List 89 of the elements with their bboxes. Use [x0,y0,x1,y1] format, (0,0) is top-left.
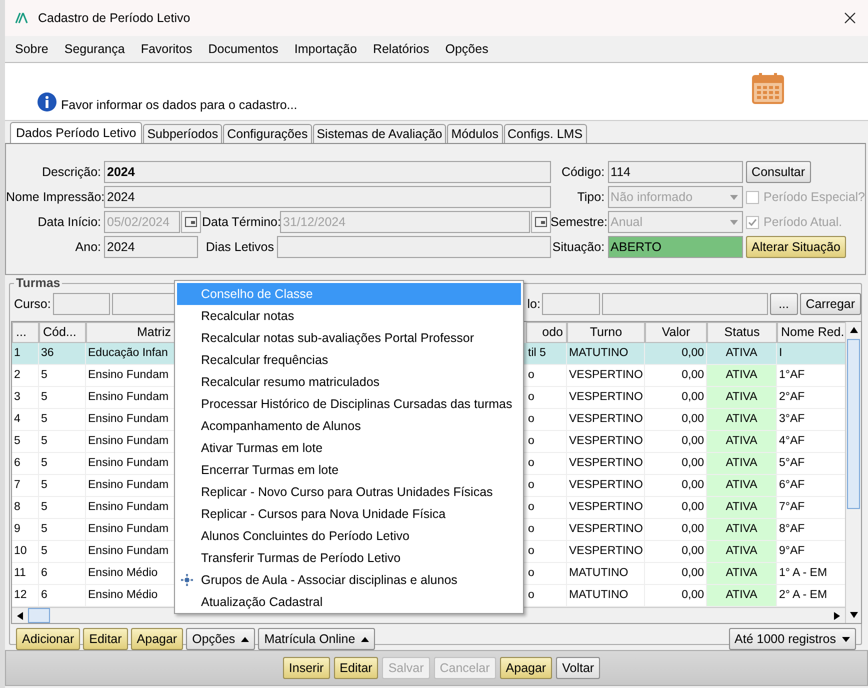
table-cell: 3 [12,387,39,408]
table-cell: VESPERTINO [567,431,645,452]
menu-item-label: Acompanhamento de Alunos [201,419,361,433]
menu-item-label: Replicar - Novo Curso para Outras Unidades Físicas [201,485,493,499]
field-label: Código: [560,165,606,179]
table-cell: ATIVA [707,497,777,518]
field-label: Dias Letivos [204,240,275,254]
table-cell: VESPERTINO [567,453,645,474]
table-cell: o [526,563,567,584]
table-cell: 12 [12,585,39,606]
table-cell: 5 [39,365,86,386]
field-label: Semestre: [550,215,607,229]
table-cell: 8 [12,497,39,518]
table-cell: VESPERTINO [567,475,645,496]
field-label: lo: [527,297,540,311]
table-cell: o [526,497,567,518]
table-cell: 6 [12,453,39,474]
table-cell: ATIVA [707,585,777,606]
table-cell: MATUTINO [567,585,645,606]
table-cell: til 5 [526,343,567,364]
table-cell: ATIVA [707,409,777,430]
table-cell: 5 [39,453,86,474]
table-cell: ATIVA [707,431,777,452]
field-label: Nome Impressão: [6,190,103,204]
table-cell: 11 [12,563,39,584]
table-cell: 5 [39,409,86,430]
table-cell: 5 [39,519,86,540]
window-title: Cadastro de Período Letivo [38,11,192,25]
table-cell: ATIVA [707,475,777,496]
table-cell: 9 [12,519,39,540]
table-cell: 36 [39,343,86,364]
menu-item-label: Alunos Concluintes do Período Letivo [201,529,410,543]
table-cell: VESPERTINO [567,365,645,386]
table-cell: ATIVA [707,365,777,386]
table-cell: o [526,387,567,408]
table-cell: VESPERTINO [567,541,645,562]
table-cell: 7 [12,475,39,496]
field-label: Tipo: [576,190,606,204]
table-cell: VESPERTINO [567,519,645,540]
menu-item-label: Replicar - Cursos para Nova Unidade Física [201,507,446,521]
menu-item-label: Recalcular notas sub-avaliações Portal Professor [201,331,474,345]
menu-item-label: Atualização Cadastral [201,595,323,609]
menu-item-label: Processar Histórico de Disciplinas Cursadas das turmas [201,397,512,411]
table-cell: o [526,541,567,562]
field-label: Data Término: [202,215,279,229]
table-cell: 5 [12,431,39,452]
menu-item-label: Recalcular notas [201,309,294,323]
table-cell: o [526,409,567,430]
menu-item-label: Encerrar Turmas em lote [201,463,339,477]
field-label: Ano: [74,240,102,254]
table-cell: o [526,365,567,386]
table-cell: 5 [39,497,86,518]
table-cell: o [526,431,567,452]
table-cell: ATIVA [707,563,777,584]
table-cell: MATUTINO [567,343,645,364]
table-cell: o [526,475,567,496]
menu-item-label: Transferir Turmas de Período Letivo [201,551,401,565]
field-label: Descrição: [40,165,102,179]
table-cell: 5 [39,475,86,496]
group-title: Turmas [14,276,62,290]
table-cell: VESPERTINO [567,497,645,518]
menu-item-label: Recalcular resumo matriculados [201,375,380,389]
field-label: Curso: [14,297,51,311]
table-cell: 10 [12,541,39,562]
table-cell: o [526,519,567,540]
field-label: Data Início: [36,215,102,229]
table-cell: 2 [12,365,39,386]
table-cell: 1 [12,343,39,364]
table-cell: 5 [39,387,86,408]
table-cell: 6 [39,585,86,606]
menu-item-label: Recalcular frequências [201,353,328,367]
table-cell: 5 [39,431,86,452]
table-cell: VESPERTINO [567,409,645,430]
table-cell: 5 [39,541,86,562]
table-cell: o [526,453,567,474]
table-cell: VESPERTINO [567,387,645,408]
table-cell: 4 [12,409,39,430]
table-cell: 6 [39,563,86,584]
table-cell: ATIVA [707,541,777,562]
table-cell: ATIVA [707,387,777,408]
menu-item-label: Grupos de Aula - Associar disciplinas e alunos [201,573,458,587]
table-cell: MATUTINO [567,563,645,584]
field-label: Situação: [551,240,606,254]
table-cell: o [526,585,567,606]
info-message: Favor informar os dados para o cadastro... [61,98,298,112]
table-cell: ATIVA [707,519,777,540]
menu-item-label: Conselho de Classe [201,287,313,301]
menu-item-label: Ativar Turmas em lote [201,441,323,455]
table-cell: ATIVA [707,453,777,474]
